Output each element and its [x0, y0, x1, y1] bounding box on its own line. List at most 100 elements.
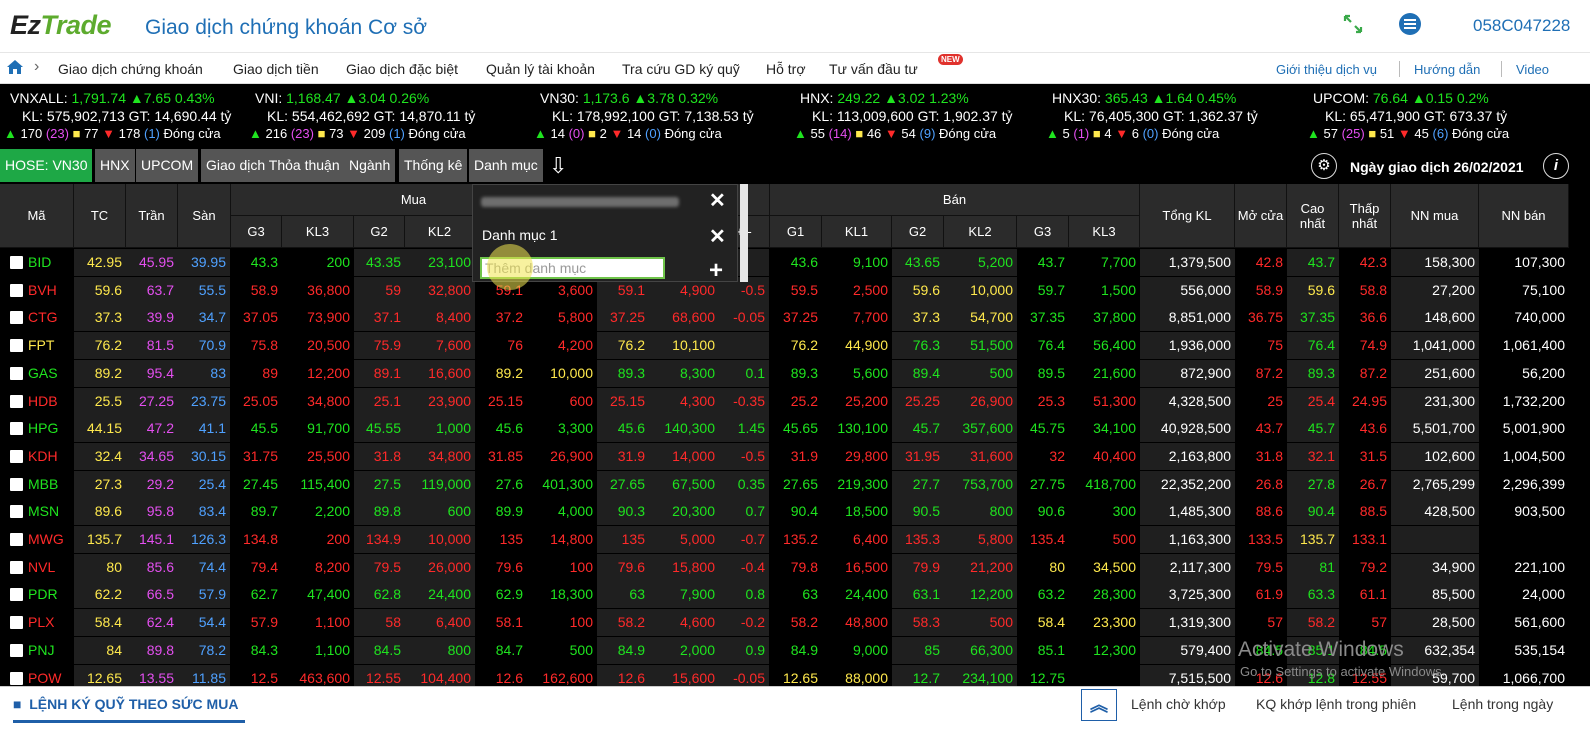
row-checkbox[interactable]: [10, 477, 23, 491]
stock-symbol[interactable]: PLX: [28, 609, 54, 636]
col-header-g2[interactable]: G2: [354, 216, 405, 248]
table-row[interactable]: PDR 62.2 66.5 57.9 62.7 47,400 62.8 24,400 62.9 1…: [0, 581, 1569, 608]
table-row[interactable]: MSN 89.6 95.8 83.4 89.7 2,200 89.8 600 89.9 4,000…: [0, 498, 1569, 525]
expand-arrows-icon[interactable]: [1339, 12, 1367, 40]
row-checkbox[interactable]: [10, 366, 23, 380]
col-header-san[interactable]: Sàn: [178, 184, 231, 248]
row-checkbox[interactable]: [10, 671, 23, 685]
row-checkbox[interactable]: [10, 339, 23, 353]
stock-symbol[interactable]: HPG: [28, 415, 58, 442]
col-header-ban-kl2[interactable]: KL2: [944, 216, 1017, 248]
margin-order-label[interactable]: ■ LỆNH KÝ QUỸ THEO SỨC MUA: [13, 696, 238, 712]
col-group-ban[interactable]: Bán: [770, 184, 1140, 216]
index-3[interactable]: HNX: 249.22 ▲3.02 1.23% KL: 113,009,600 G…: [794, 89, 1070, 147]
stock-symbol[interactable]: GAS: [28, 360, 58, 387]
stock-symbol[interactable]: POW: [28, 665, 61, 687]
stock-symbol[interactable]: PDR: [28, 581, 58, 608]
row-checkbox[interactable]: [10, 560, 23, 574]
table-row[interactable]: PLX 58.4 62.4 54.4 57.9 1,100 58 6,400 58.1 100 58…: [0, 609, 1569, 636]
col-header-g3[interactable]: G3: [231, 216, 282, 248]
close-icon[interactable]: ✕: [709, 188, 726, 213]
tab-hnx[interactable]: HNX: [95, 149, 135, 182]
table-row[interactable]: MBB 27.3 29.2 25.4 27.45 115,400 27.5 119,000 27…: [0, 471, 1569, 498]
nav-item-giao-dich-chung-khoan[interactable]: Giao dịch chứng khoán: [58, 61, 203, 77]
col-header-ban-kl1[interactable]: KL1: [822, 216, 892, 248]
nav-item-giao-dich-dac-biet[interactable]: Giao dịch đặc biệt: [346, 61, 458, 77]
stock-symbol[interactable]: CTG: [28, 304, 58, 331]
col-header-ma[interactable]: Mã: [0, 184, 74, 248]
nav-item-quan-ly-tai-khoan[interactable]: Quản lý tài khoản: [486, 61, 595, 77]
row-checkbox[interactable]: [10, 422, 23, 436]
stock-symbol[interactable]: MSN: [28, 498, 59, 525]
nav-item-tra-cuu-gd-ky-quy[interactable]: Tra cứu GD ký quỹ: [622, 61, 740, 77]
row-checkbox[interactable]: [10, 311, 23, 325]
stock-symbol[interactable]: BID: [28, 249, 51, 276]
table-row[interactable]: CTG 37.3 39.9 34.7 37.05 73,900 37.1 8,400 37.2 5…: [0, 304, 1569, 331]
col-header-ban-g1[interactable]: G1: [770, 216, 822, 248]
double-chevron-up-icon[interactable]: ︽: [1081, 689, 1117, 721]
row-checkbox[interactable]: [10, 256, 23, 269]
stock-symbol[interactable]: PNJ: [28, 637, 54, 664]
info-icon[interactable]: i: [1543, 153, 1569, 179]
footer-link-lenh-trong-ngay[interactable]: Lệnh trong ngày: [1452, 696, 1553, 712]
gear-icon[interactable]: ⚙: [1311, 153, 1337, 179]
nav-huong-dan[interactable]: Hướng dẫn: [1414, 62, 1480, 77]
stock-symbol[interactable]: FPT: [28, 332, 54, 359]
col-header-kl2[interactable]: KL2: [405, 216, 475, 248]
index-5[interactable]: UPCOM: 76.64 ▲0.15 0.2% KL: 65,471,900 GT…: [1307, 89, 1583, 147]
row-checkbox[interactable]: [10, 505, 23, 519]
tab-thong-ke[interactable]: Thống kê: [399, 149, 468, 182]
nav-gioi-thieu-dich-vu[interactable]: Giới thiệu dịch vụ: [1276, 62, 1377, 77]
tab-giao-dich-thoa-thuan[interactable]: Giao dịch Thỏa thuận: [201, 149, 345, 182]
table-row[interactable]: FPT 76.2 81.5 70.9 75.8 20,500 75.9 7,600 76 4,20…: [0, 332, 1569, 359]
stock-symbol[interactable]: NVL: [28, 554, 55, 581]
col-header-tc[interactable]: TC: [74, 184, 126, 248]
nav-item-giao-dich-tien[interactable]: Giao dịch tiền: [233, 61, 319, 77]
row-checkbox[interactable]: [10, 449, 23, 463]
plus-icon[interactable]: +: [709, 257, 723, 285]
close-icon[interactable]: ✕: [709, 224, 726, 249]
col-header-ban-g2[interactable]: G2: [892, 216, 944, 248]
table-row[interactable]: KDH 32.4 34.65 30.15 31.75 25,500 31.8 34,800 31…: [0, 443, 1569, 470]
col-header-tong-kl[interactable]: Tổng KL: [1140, 184, 1235, 248]
footer-link-kq-khop-lenh[interactable]: KQ khớp lệnh trong phiên: [1256, 696, 1416, 712]
stock-symbol[interactable]: MWG: [28, 526, 64, 553]
col-header-ban-kl3[interactable]: KL3: [1069, 216, 1140, 248]
table-row[interactable]: BID 42.95 45.95 39.95 43.3 200 43.35 23,100 43.6…: [0, 249, 1569, 276]
hamburger-menu-icon[interactable]: [1396, 12, 1424, 40]
table-row[interactable]: HPG 44.15 47.2 41.1 45.5 91,700 45.55 1,000 45.6…: [0, 415, 1569, 442]
col-header-ban-g3[interactable]: G3: [1017, 216, 1069, 248]
nav-item-ho-tro[interactable]: Hỗ trợ: [766, 61, 806, 77]
col-header-cao-nhat[interactable]: Cao nhất: [1287, 184, 1339, 248]
index-2[interactable]: VN30: 1,173.6 ▲3.78 0.32% KL: 178,992,100…: [534, 89, 810, 147]
stock-symbol[interactable]: KDH: [28, 443, 58, 470]
nav-video[interactable]: Video: [1516, 62, 1549, 77]
row-checkbox[interactable]: [10, 533, 23, 546]
table-row[interactable]: GAS 89.2 95.4 83 89 12,200 89.1 16,600 89.2 10,00…: [0, 360, 1569, 387]
stock-symbol[interactable]: HDB: [28, 388, 58, 415]
row-checkbox[interactable]: [10, 616, 23, 630]
tab-danh-muc[interactable]: Danh mục: [469, 149, 543, 182]
col-header-mo-cua[interactable]: Mở cửa: [1235, 184, 1287, 248]
stock-symbol[interactable]: MBB: [28, 471, 58, 498]
row-checkbox[interactable]: [10, 588, 23, 602]
index-4[interactable]: HNX30: 365.43 ▲1.64 0.45% KL: 76,405,300 …: [1046, 89, 1322, 147]
col-header-thap-nhat[interactable]: Thấp nhất: [1339, 184, 1391, 248]
table-row[interactable]: NVL 80 85.6 74.4 79.4 8,200 79.5 26,000 79.6 100 7…: [0, 554, 1569, 581]
table-row[interactable]: HDB 25.5 27.25 23.75 25.05 34,800 25.1 23,900 25…: [0, 388, 1569, 415]
col-header-nn-mua[interactable]: NN mua: [1391, 184, 1479, 248]
watchlist-name[interactable]: Danh mục 1: [482, 227, 557, 243]
row-checkbox[interactable]: [10, 643, 23, 657]
tab-hose-vn30[interactable]: HOSE: VN30: [0, 149, 93, 182]
tab-nganh[interactable]: Ngành: [344, 149, 396, 182]
row-checkbox[interactable]: [10, 394, 23, 408]
table-row[interactable]: MWG 135.7 145.1 126.3 134.8 200 134.9 10,000 135…: [0, 526, 1569, 553]
home-icon[interactable]: [5, 57, 25, 82]
col-header-tran[interactable]: Trần: [126, 184, 178, 248]
tab-upcom[interactable]: UPCOM: [136, 149, 199, 182]
dropdown-scrollbar[interactable]: [740, 184, 748, 282]
table-row[interactable]: BVH59.663.755.558.936,8005932,80059.13,6…: [0, 277, 1569, 304]
index-1[interactable]: VNI: 1,168.47 ▲3.04 0.26% KL: 554,462,692…: [249, 89, 525, 147]
col-header-nn-ban[interactable]: NN bán: [1479, 184, 1569, 248]
eztrade-logo[interactable]: EzTrade: [10, 10, 112, 41]
